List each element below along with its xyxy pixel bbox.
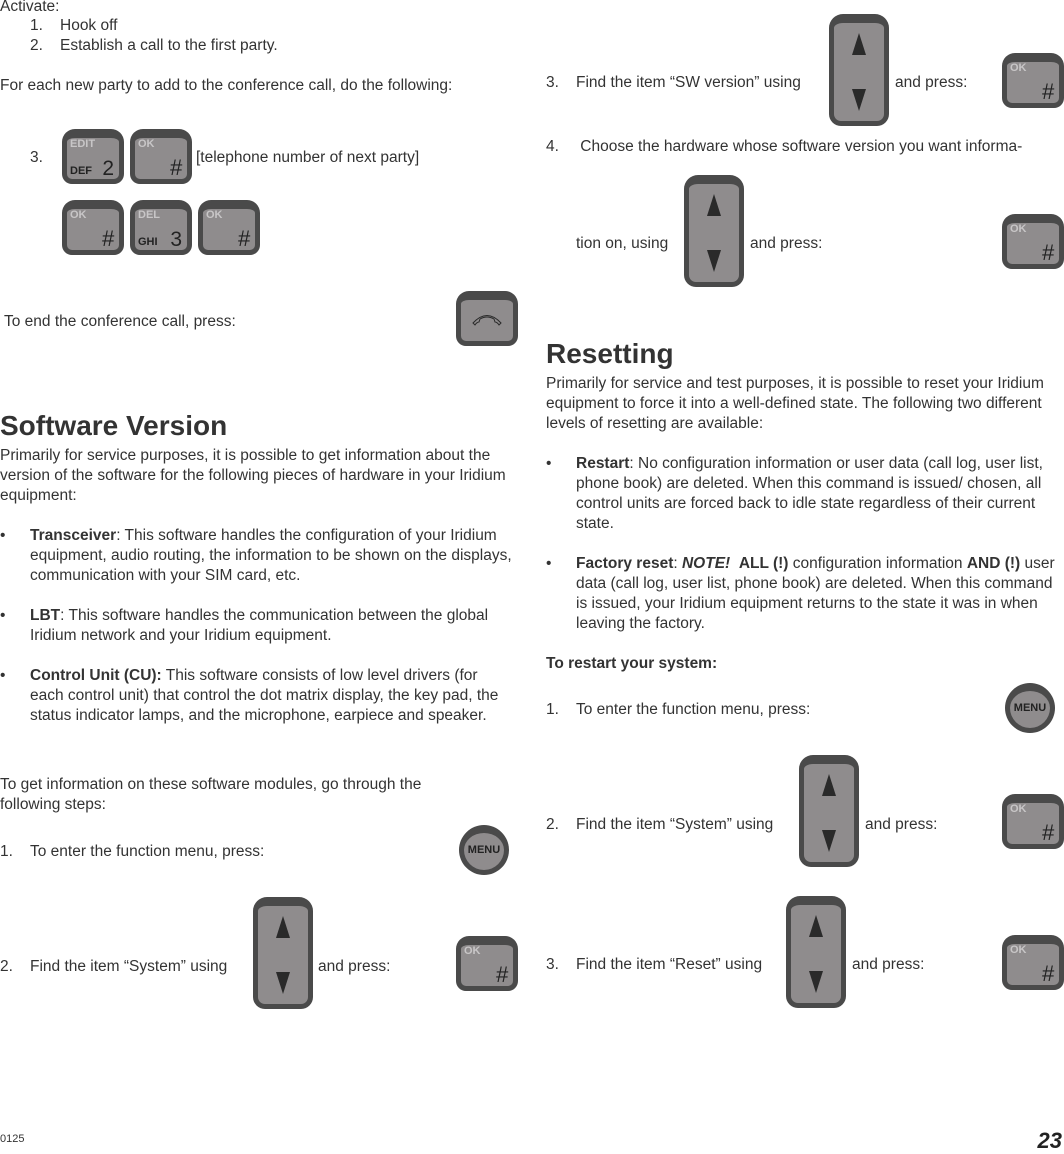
- up-arrow-icon: [852, 33, 866, 55]
- key-ok-hash: OK #: [1002, 53, 1064, 108]
- scroll-key: [253, 897, 313, 1009]
- end-call-text: To end the conference call, press:: [4, 313, 236, 330]
- restart-system-heading: To restart your system:: [546, 655, 718, 672]
- bullet-dot: •: [0, 527, 6, 544]
- menu-key: MENU: [1005, 683, 1055, 733]
- sw-step-4: 4. Choose the hardware whose software ve…: [546, 138, 1023, 155]
- down-arrow-icon: [809, 971, 823, 993]
- up-arrow-icon: [276, 916, 290, 938]
- sw-step-3: 3. Find the item “SW version” using: [546, 74, 801, 91]
- menu-key: MENU: [459, 825, 509, 875]
- bullet-restart: Restart: No configuration information or…: [576, 455, 1043, 532]
- steps-intro: To get information on these software mod…: [0, 776, 422, 813]
- key-ok-hash: OK #: [1002, 214, 1064, 269]
- end-call-key: [456, 291, 518, 346]
- page-number: 23: [1037, 1128, 1062, 1153]
- and-press-text: and press:: [318, 958, 391, 975]
- key-edit-def-2: EDIT DEF 2: [62, 129, 124, 184]
- down-arrow-icon: [276, 972, 290, 994]
- step-3-number: 3.: [30, 149, 43, 166]
- for-each-text: For each new party to add to the confere…: [0, 77, 453, 94]
- key-ok-hash: OK #: [456, 936, 518, 991]
- resetting-intro: Primarily for service and test purposes,…: [546, 375, 1044, 432]
- bullet-lbt: LBT: This software handles the communica…: [30, 607, 489, 644]
- bullet-control-unit: Control Unit (CU): This software consist…: [30, 667, 499, 724]
- up-arrow-icon: [707, 194, 721, 216]
- software-version-intro: Primarily for service purposes, it is po…: [0, 447, 506, 504]
- software-version-heading: Software Version: [0, 410, 228, 441]
- bullet-dot: •: [0, 607, 6, 624]
- sw-step-1: 1. To enter the function menu, press:: [0, 843, 265, 860]
- bullet-dot: •: [546, 555, 552, 572]
- key-ok-hash: OK #: [198, 200, 260, 255]
- bullet-dot: •: [546, 455, 552, 472]
- reset-step-2: 2. Find the item “System” using: [546, 816, 774, 833]
- and-press-text: and press:: [865, 816, 938, 833]
- reset-step-1: 1. To enter the function menu, press:: [546, 701, 811, 718]
- key-ok-hash: OK #: [1002, 935, 1064, 990]
- hang-up-icon: [472, 315, 502, 326]
- step-3-text: [telephone number of next party]: [196, 149, 420, 166]
- key-del-ghi-3: DEL GHI 3: [130, 200, 192, 255]
- activate-step-2: 2. Establish a call to the first party.: [30, 37, 278, 54]
- up-arrow-icon: [822, 774, 836, 796]
- scroll-key: [684, 175, 744, 287]
- and-press-text: and press:: [750, 235, 823, 252]
- activate-step-1: 1. Hook off: [30, 17, 118, 34]
- document-code: 0125: [0, 1133, 25, 1145]
- scroll-key: [829, 14, 889, 126]
- down-arrow-icon: [852, 89, 866, 111]
- and-press-text: and press:: [852, 956, 925, 973]
- sw-step-2: 2. Find the item “System” using: [0, 958, 228, 975]
- key-ok-hash: OK #: [130, 129, 192, 184]
- sw-step-4-continued: tion on, using: [576, 235, 669, 252]
- down-arrow-icon: [822, 830, 836, 852]
- key-ok-hash: OK #: [62, 200, 124, 255]
- bullet-dot: •: [0, 667, 6, 684]
- bullet-transceiver: Transceiver: This software handles the c…: [30, 527, 512, 584]
- scroll-key: [799, 755, 859, 867]
- and-press-text: and press:: [895, 74, 968, 91]
- bullet-factory-reset: Factory reset: NOTE! ALL (!) configurati…: [576, 555, 1055, 632]
- scroll-key: [786, 896, 846, 1008]
- up-arrow-icon: [809, 915, 823, 937]
- reset-step-3: 3. Find the item “Reset” using: [546, 956, 763, 973]
- activate-label: Activate:: [0, 0, 60, 15]
- resetting-heading: Resetting: [546, 338, 674, 369]
- down-arrow-icon: [707, 250, 721, 272]
- key-ok-hash: OK #: [1002, 794, 1064, 849]
